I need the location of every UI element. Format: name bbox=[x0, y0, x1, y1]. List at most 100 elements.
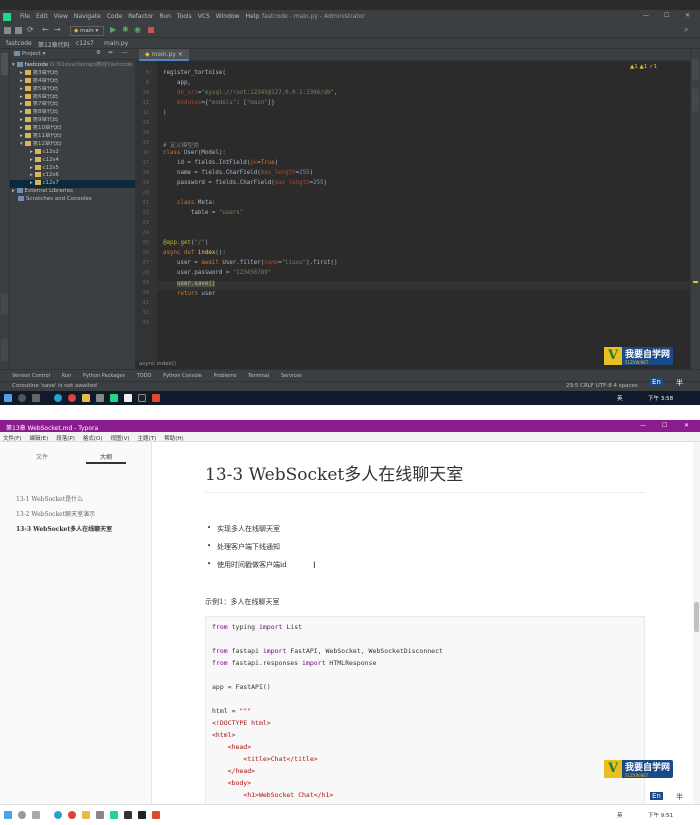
ime-indicator[interactable]: En bbox=[650, 792, 663, 800]
typora-taskbar-icon[interactable] bbox=[124, 811, 132, 819]
code-block[interactable]: from typing import List from fastapi imp… bbox=[205, 616, 645, 825]
explorer-icon[interactable] bbox=[82, 394, 90, 402]
tree-item[interactable]: ▸ 第11章代码 bbox=[10, 133, 135, 141]
menu-edit[interactable]: Edit bbox=[36, 13, 48, 20]
ime-half[interactable]: 半 bbox=[676, 792, 683, 802]
tab-files[interactable]: 文件 bbox=[22, 452, 62, 464]
run-config-select[interactable]: ◆ main ▾ bbox=[70, 26, 104, 36]
outline-item[interactable]: 13-1 WebSocket是什么 bbox=[16, 494, 83, 503]
ime-indicator[interactable]: En bbox=[650, 378, 663, 386]
tray-ime[interactable]: 英 bbox=[617, 394, 623, 402]
nav-crumb-file[interactable]: main.py bbox=[104, 40, 128, 47]
status-message[interactable]: Coroutine 'save' is not awaited bbox=[12, 383, 97, 389]
tree-item[interactable]: ▸ 第10章代码 bbox=[10, 125, 135, 133]
edge-icon[interactable] bbox=[54, 394, 62, 402]
menu-window[interactable]: Window bbox=[216, 13, 240, 20]
tree-item[interactable]: ▸ 第8章代码 bbox=[10, 109, 135, 117]
terminal-taskbar-icon[interactable] bbox=[138, 811, 146, 819]
collapse-icon[interactable]: ⇔ bbox=[108, 50, 113, 56]
chrome-icon[interactable] bbox=[68, 811, 76, 819]
tree-item[interactable]: ▸ 第5章代码 bbox=[10, 85, 135, 94]
menu-file[interactable]: File bbox=[20, 13, 30, 20]
tree-item[interactable]: ▾ 第12章代码 bbox=[10, 140, 135, 149]
code-editor[interactable] bbox=[135, 49, 690, 369]
version-control-tab[interactable]: Version Control bbox=[12, 373, 50, 379]
close-icon[interactable]: ✕ bbox=[685, 12, 690, 19]
structure-tool-button[interactable] bbox=[1, 339, 8, 361]
tree-item[interactable]: ▸ c12s5 bbox=[10, 164, 135, 173]
services-tab[interactable]: Services bbox=[281, 373, 302, 379]
todo-tab[interactable]: TODO bbox=[137, 373, 152, 379]
search-everywhere-icon[interactable]: ⌕ bbox=[684, 25, 688, 35]
tree-item-selected[interactable]: ▸ c12s7 bbox=[10, 180, 135, 189]
stop-icon[interactable] bbox=[148, 27, 154, 33]
status-right-info[interactable]: 29:5 CRLF UTF-8 4 spaces bbox=[566, 383, 638, 389]
python-packages-tab[interactable]: Python Packages bbox=[83, 373, 125, 379]
menu-tools[interactable]: Tools bbox=[177, 13, 192, 20]
search-icon[interactable] bbox=[18, 394, 26, 402]
menu-refactor[interactable]: Refactor bbox=[128, 13, 153, 20]
edge-icon[interactable] bbox=[54, 811, 62, 819]
tree-item[interactable]: ▸ 第7章代码 bbox=[10, 101, 135, 109]
forward-icon[interactable]: → bbox=[54, 25, 61, 34]
close-icon[interactable]: ✕ bbox=[684, 422, 689, 429]
tree-item[interactable]: ▸ 第6章代码 bbox=[10, 93, 135, 102]
outline-item-active[interactable]: 13-3 WebSocket多人在线聊天室 bbox=[16, 524, 112, 533]
tree-item[interactable]: ▸ 第9章代码 bbox=[10, 117, 135, 125]
search-icon[interactable] bbox=[18, 811, 26, 819]
problems-tab[interactable]: Problems bbox=[213, 373, 236, 379]
chrome-icon[interactable] bbox=[68, 394, 76, 402]
tab-outline[interactable]: 大纲 bbox=[86, 452, 126, 464]
hide-icon[interactable]: — bbox=[122, 50, 128, 56]
project-tool-button[interactable] bbox=[1, 53, 8, 75]
task-view-icon[interactable] bbox=[32, 394, 40, 402]
tray-clock[interactable]: 下午 9:51 bbox=[648, 811, 673, 819]
outline-item[interactable]: 13-2 WebSocket聊天室演示 bbox=[16, 509, 95, 518]
ime-half[interactable]: 半 bbox=[676, 378, 683, 388]
menu-code[interactable]: Code bbox=[107, 13, 122, 20]
store-icon[interactable] bbox=[96, 394, 104, 402]
terminal-tab[interactable]: Terminal bbox=[248, 373, 269, 379]
menu-view[interactable]: View bbox=[54, 13, 68, 20]
document-scrollbar[interactable] bbox=[693, 442, 700, 825]
tree-item[interactable]: ▸ 第4章代码 bbox=[10, 77, 135, 86]
sync-icon[interactable]: ⟳ bbox=[27, 25, 34, 34]
menu-navigate[interactable]: Navigate bbox=[74, 13, 101, 20]
task-view-icon[interactable] bbox=[32, 811, 40, 819]
windows-start-icon[interactable] bbox=[4, 394, 12, 402]
save-icon[interactable] bbox=[15, 27, 22, 34]
scrollbar-thumb[interactable] bbox=[694, 602, 699, 632]
tree-item[interactable]: ▸ c12s2 bbox=[10, 148, 135, 157]
minimize-icon[interactable]: — bbox=[643, 12, 649, 19]
run-icon[interactable]: ▶ bbox=[110, 25, 116, 34]
python-console-tab[interactable]: Python Console bbox=[163, 373, 202, 379]
tree-item-external-libraries[interactable]: ▸ External Libraries bbox=[10, 188, 135, 196]
back-icon[interactable]: ← bbox=[42, 25, 49, 34]
gear-icon[interactable]: ⚙ bbox=[96, 50, 101, 56]
tray-ime[interactable]: 英 bbox=[617, 811, 623, 819]
menu-vcs[interactable]: VCS bbox=[198, 13, 210, 20]
app-taskbar-icon[interactable] bbox=[152, 394, 160, 402]
notifications-tool-button[interactable] bbox=[692, 59, 699, 81]
nav-crumb-project[interactable]: fastcode bbox=[6, 40, 32, 47]
inspection-widget[interactable]: ▲1 ▲1 ✓1 bbox=[630, 64, 657, 70]
tree-item-root[interactable]: ▾ fastcode D:\51zxw\fastapi教程\fastcode bbox=[10, 62, 135, 70]
open-icon[interactable] bbox=[4, 27, 11, 34]
tree-item[interactable]: ▸ 第3章代码 bbox=[10, 69, 135, 78]
explorer-icon[interactable] bbox=[82, 811, 90, 819]
database-tool-button[interactable] bbox=[692, 89, 699, 111]
nav-crumb-package[interactable]: c12s7 bbox=[76, 40, 94, 47]
debug-icon[interactable]: ✱ bbox=[122, 25, 129, 34]
maximize-icon[interactable]: ☐ bbox=[662, 422, 667, 429]
terminal-taskbar-icon[interactable] bbox=[138, 394, 146, 402]
tray-clock[interactable]: 下午 3:58 bbox=[648, 394, 673, 402]
pycharm-taskbar-icon[interactable] bbox=[110, 811, 118, 819]
app-taskbar-icon[interactable] bbox=[152, 811, 160, 819]
tree-item[interactable]: ▸ c12s6 bbox=[10, 172, 135, 180]
minimize-icon[interactable]: — bbox=[640, 422, 646, 429]
project-panel-title[interactable]: Project bbox=[22, 51, 41, 57]
run-tab[interactable]: Run bbox=[62, 373, 72, 379]
tree-item[interactable]: ▸ c12s4 bbox=[10, 156, 135, 165]
maximize-icon[interactable]: ☐ bbox=[664, 12, 669, 19]
nav-crumb-chapter[interactable]: 第12章代码 bbox=[38, 40, 70, 49]
